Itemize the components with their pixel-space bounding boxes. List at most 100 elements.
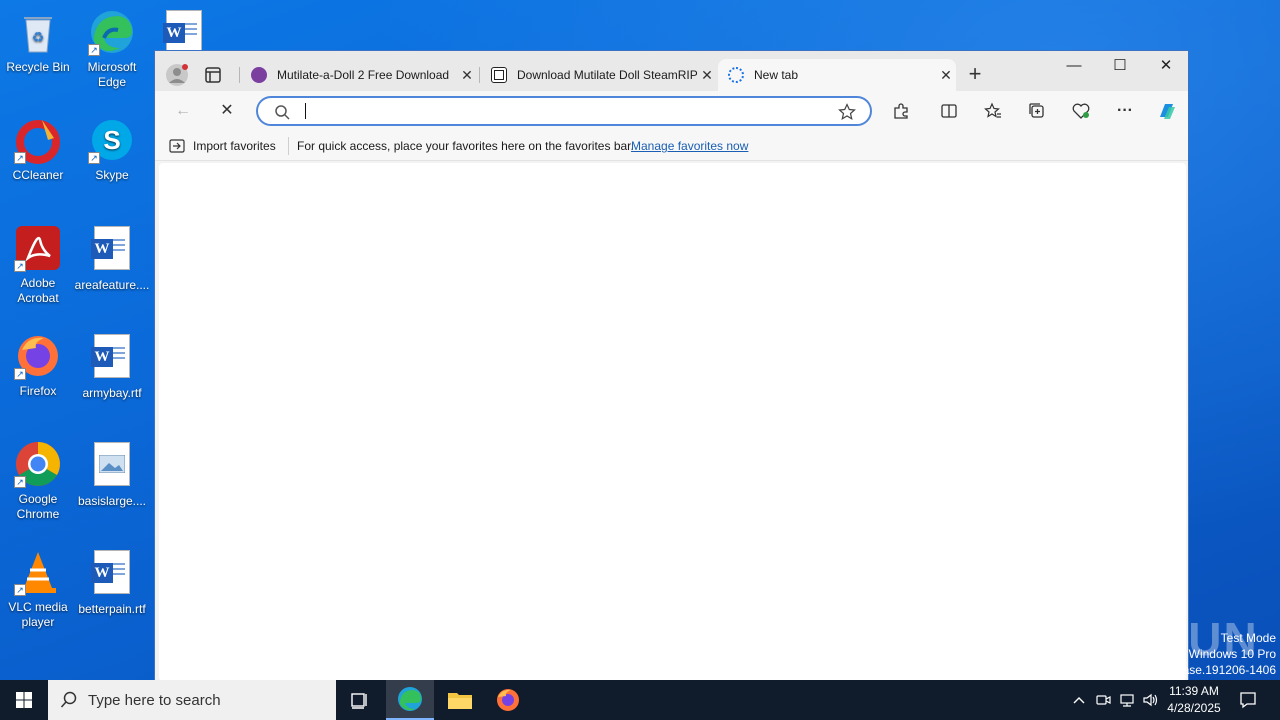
desktop-icon-google-chrome[interactable]: ↗ Google Chrome (0, 440, 76, 522)
clock-time: 11:39 AM (1169, 684, 1219, 698)
desktop-icon-vlc[interactable]: ↗ VLC media player (0, 548, 76, 630)
start-button[interactable] (0, 680, 48, 720)
settings-more-icon[interactable]: ··· (1111, 99, 1139, 123)
text-cursor (305, 103, 306, 119)
copilot-icon[interactable] (1153, 99, 1181, 123)
tab-title: New tab (754, 68, 799, 82)
minimize-button[interactable]: — (1051, 51, 1097, 83)
task-view-button[interactable] (336, 680, 384, 720)
notification-icon (1240, 692, 1256, 709)
desktop-icon-basislarge[interactable]: basislarge.... (74, 440, 150, 509)
desktop-icon-recycle-bin[interactable]: ♻ Recycle Bin (0, 8, 76, 75)
recycle-bin-icon: ♻ (14, 8, 62, 56)
profile-icon[interactable] (165, 63, 189, 87)
browser-essentials-icon[interactable] (1067, 99, 1095, 123)
word-document-icon: W (163, 10, 202, 54)
collections-icon[interactable] (1023, 99, 1051, 123)
taskbar-firefox[interactable] (484, 680, 532, 720)
favorites-icon[interactable] (979, 99, 1007, 123)
chevron-up-icon (1073, 697, 1085, 704)
folder-icon (448, 693, 472, 709)
maximize-button[interactable]: ☐ (1097, 51, 1143, 83)
tab-title: Download Mutilate Doll SteamRIP (517, 68, 697, 82)
favbar-divider (288, 137, 289, 155)
svg-text:S: S (103, 125, 120, 155)
desktop-icon-adobe-acrobat[interactable]: ↗ Adobe Acrobat (0, 224, 76, 306)
tab-mutilate-a-doll[interactable]: Mutilate-a-Doll 2 Free Download ✕ (241, 59, 477, 91)
tab-close-icon[interactable]: ✕ (697, 67, 717, 84)
loading-spinner-icon (728, 67, 744, 83)
close-window-button[interactable]: ✕ (1143, 51, 1189, 83)
tab-title: Mutilate-a-Doll 2 Free Download (277, 68, 450, 82)
tray-volume[interactable] (1140, 680, 1162, 720)
desktop-icon-betterpain[interactable]: W betterpain.rtf (74, 548, 150, 617)
page-content (159, 163, 1186, 681)
favorites-bar: Import favorites For quick access, place… (155, 131, 1188, 161)
edge-icon (398, 687, 422, 711)
address-bar[interactable] (256, 96, 872, 126)
word-document-icon: W (88, 550, 136, 598)
desktop-icon-skype[interactable]: S ↗ Skype (74, 116, 150, 183)
manage-favorites-link[interactable]: Manage favorites now (631, 139, 748, 153)
image-file-icon (88, 442, 136, 490)
clock-date: 4/28/2025 (1167, 701, 1221, 715)
show-hidden-icons-button[interactable] (1068, 680, 1090, 720)
action-center-button[interactable] (1234, 680, 1262, 720)
tab-close-icon[interactable]: ✕ (457, 67, 477, 84)
import-favorites-button[interactable]: Import favorites (193, 139, 276, 153)
desktop-icon-label: Google Chrome (16, 492, 60, 521)
desktop-icon-armybay[interactable]: W armybay.rtf (74, 332, 150, 401)
desktop-icon-partial[interactable]: W (163, 8, 202, 56)
test-mode-line: Windows 10 Pro (1188, 647, 1276, 661)
tray-network[interactable] (1116, 680, 1138, 720)
network-icon (1120, 694, 1134, 707)
taskbar-search-placeholder: Type here to search (88, 691, 221, 709)
tab-separator (239, 67, 240, 83)
taskbar-clock[interactable]: 11:39 AM 4/28/2025 (1162, 683, 1226, 717)
firefox-icon (497, 689, 519, 711)
skype-icon: S ↗ (88, 116, 136, 164)
tab-strip: Mutilate-a-Doll 2 Free Download ✕ Downlo… (155, 51, 1188, 91)
desktop-icon-label: Microsoft Edge (87, 60, 137, 89)
tab-steamrip[interactable]: Download Mutilate Doll SteamRIP ✕ (481, 59, 717, 91)
edge-icon: ↗ (88, 8, 136, 56)
browser-window: Mutilate-a-Doll 2 Free Download ✕ Downlo… (154, 50, 1189, 682)
svg-text:♻: ♻ (32, 29, 45, 45)
back-button[interactable]: ← (169, 99, 197, 123)
stop-loading-button[interactable]: ✕ (213, 99, 241, 123)
new-tab-button[interactable]: + (963, 63, 987, 87)
search-icon (60, 691, 77, 708)
firefox-icon: ↗ (14, 332, 62, 380)
desktop-icon-label: VLC media player (8, 600, 68, 629)
taskbar-search-box[interactable]: Type here to search (48, 680, 336, 720)
desktop-icon-areafeature[interactable]: W areafeature.... (74, 224, 150, 293)
desktop-icon-label: areafeature.... (74, 278, 150, 292)
desktop-icon-label: CCleaner (12, 168, 64, 182)
windows-logo-icon (16, 692, 32, 708)
desktop-icon-label: Skype (95, 168, 129, 182)
split-screen-icon[interactable] (935, 99, 963, 123)
address-input[interactable] (302, 102, 822, 120)
desktop-icon-label: betterpain.rtf (78, 602, 146, 616)
taskbar-edge[interactable] (386, 680, 434, 720)
vlc-icon: ↗ (14, 548, 62, 596)
tab-new-tab[interactable]: New tab ✕ (718, 59, 956, 91)
task-view-icon (351, 693, 367, 709)
taskbar-file-explorer[interactable] (436, 680, 484, 720)
tray-meet-now[interactable] (1092, 680, 1114, 720)
tab-actions-icon[interactable] (203, 65, 223, 85)
tab-favicon-icon (491, 67, 507, 83)
desktop-icon-firefox[interactable]: ↗ Firefox (0, 332, 76, 399)
tab-separator (479, 67, 480, 83)
desktop-icon-microsoft-edge[interactable]: ↗ Microsoft Edge (74, 8, 150, 90)
extensions-icon[interactable] (887, 99, 915, 123)
meet-now-icon (1096, 695, 1111, 705)
favorite-star-icon[interactable] (838, 103, 856, 121)
desktop-icon-label: armybay.rtf (82, 386, 142, 400)
desktop-icon-label: Adobe Acrobat (17, 276, 59, 305)
desktop-icon-ccleaner[interactable]: ↗ CCleaner (0, 116, 76, 183)
desktop-icon-label: basislarge.... (77, 494, 147, 508)
tab-favicon-icon (251, 67, 267, 83)
import-favorites-icon (169, 139, 185, 153)
tab-close-icon[interactable]: ✕ (936, 67, 956, 84)
